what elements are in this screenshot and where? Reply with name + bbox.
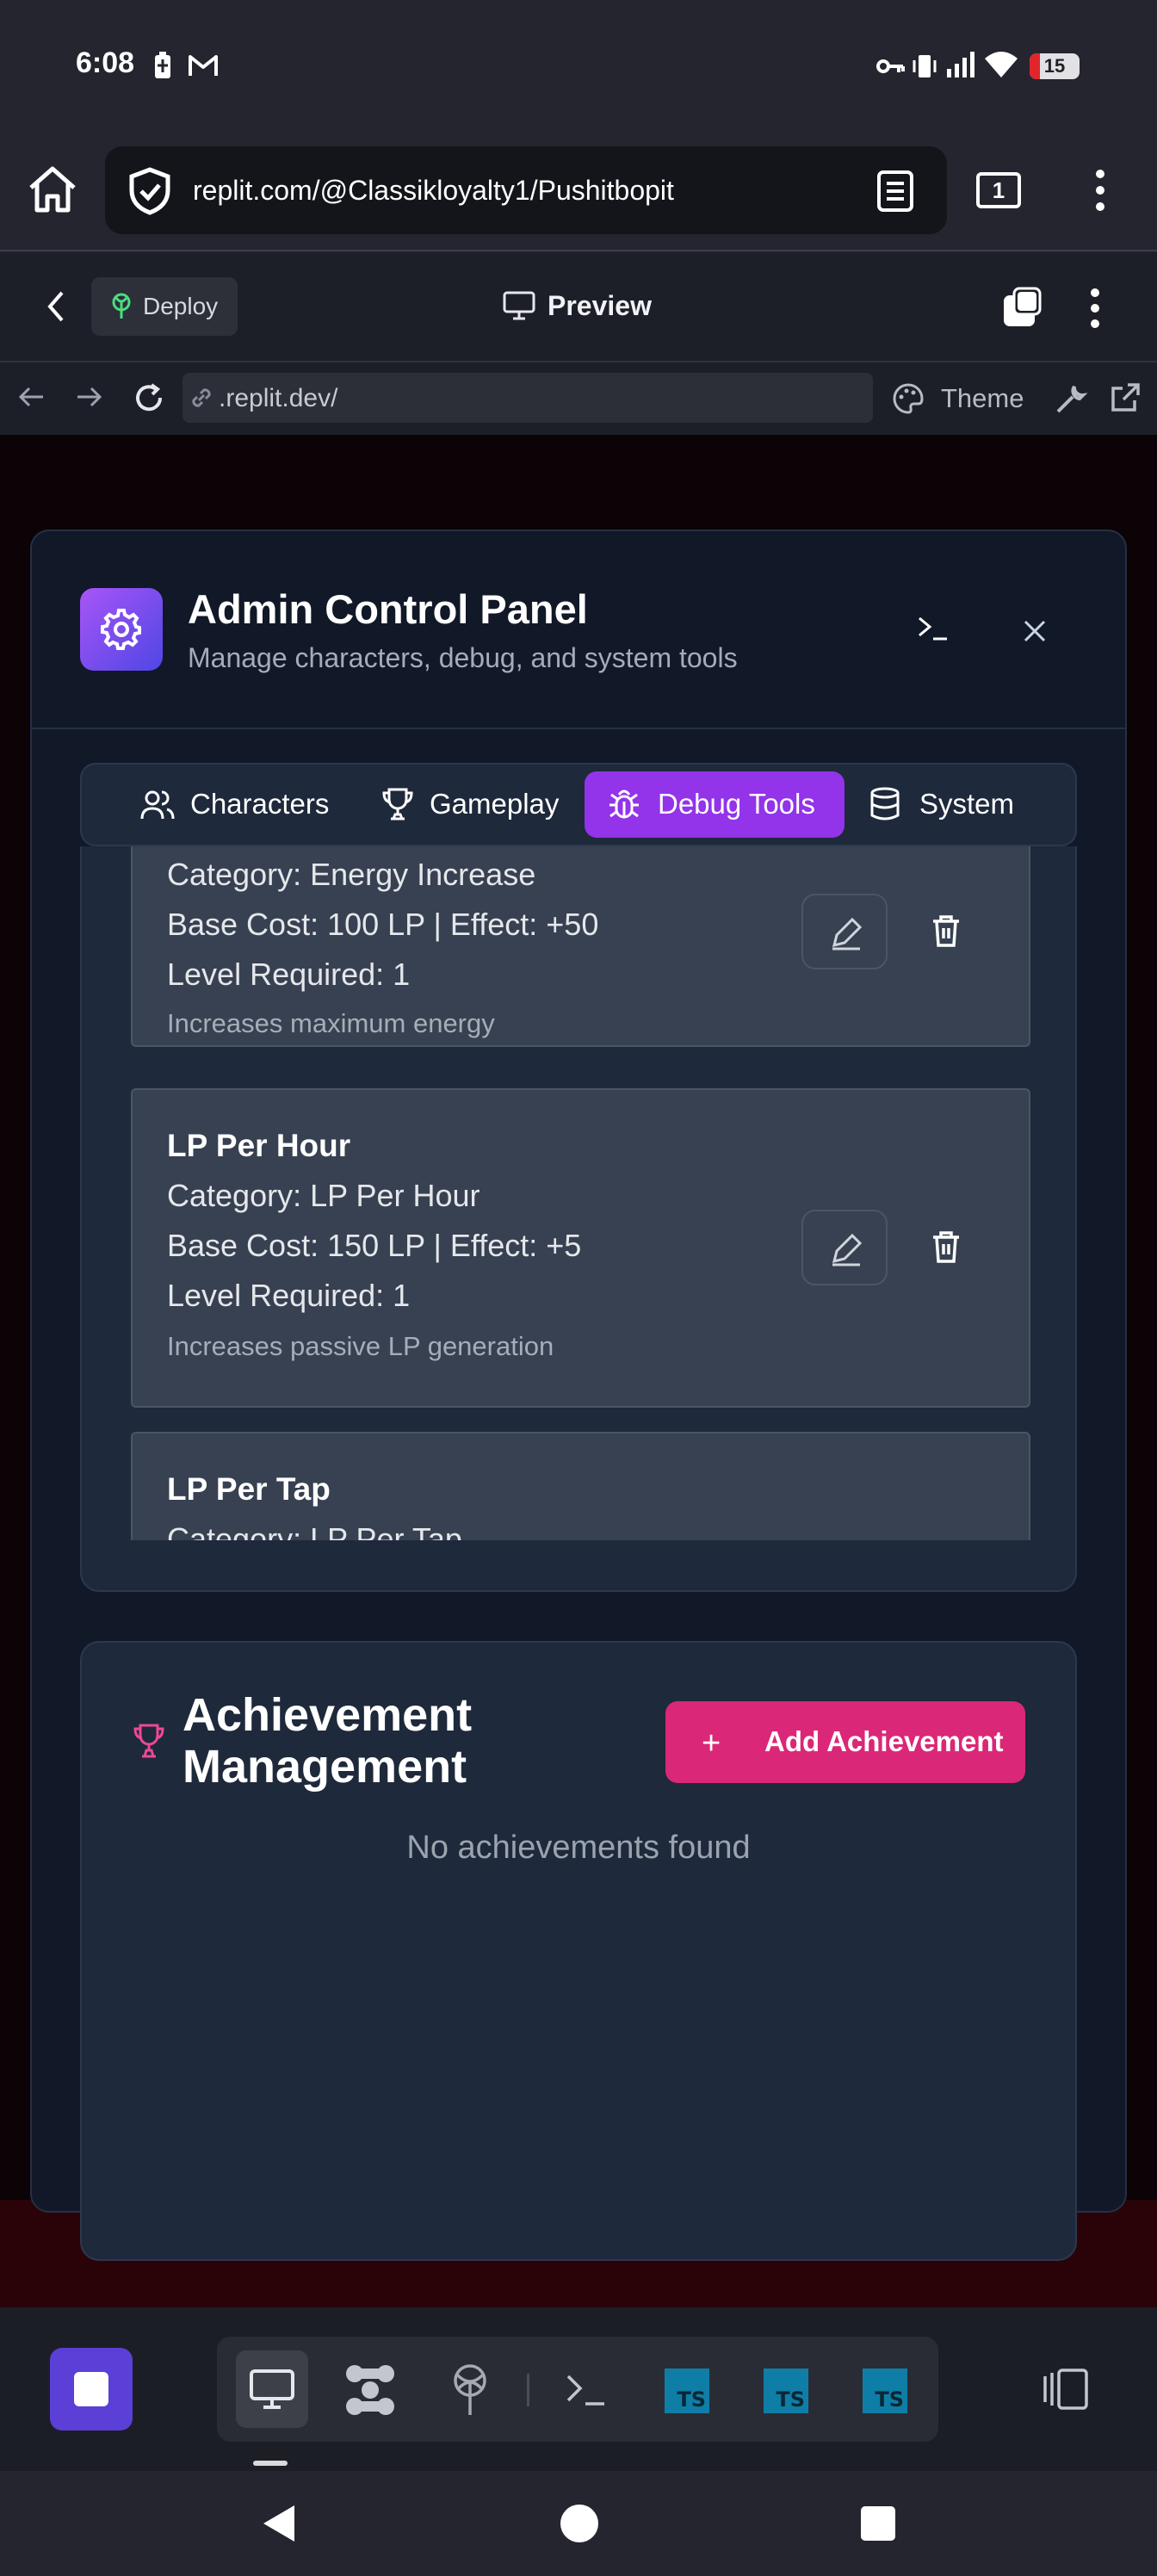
upgrade-card: LP Per Hour Category: LP Per Hour Base C… [131,1088,1030,1408]
home-icon[interactable] [26,164,79,215]
link-icon [189,386,213,410]
typescript-file-icon[interactable]: TS [764,2369,808,2413]
upgrade-category: Category: LP Per Tap [167,1521,462,1540]
trash-icon [933,915,959,947]
theme-button[interactable]: Theme [941,383,1024,414]
upgrade-title: LP Per Tap [167,1471,331,1507]
tab-debug-tools-icon [607,786,641,822]
deployments-icon[interactable] [448,2363,492,2417]
stop-icon [74,2372,108,2406]
pane-toggle-icon[interactable] [1000,287,1043,330]
add-achievement-label: Add Achievement [764,1725,1004,1757]
delete-upgrade-button[interactable] [916,1210,976,1285]
upgrade-level: Level Required: 1 [167,957,411,992]
modal-title: Admin Control Panel [188,586,588,632]
url-text: replit.com/@Classikloyalty1/Pushitbopit [193,175,674,206]
edit-upgrade-button[interactable] [801,894,888,969]
external-link-icon[interactable] [1109,381,1142,414]
edit-upgrade-button[interactable] [801,1210,888,1285]
achievement-title: Achievement Management [183,1689,472,1793]
preview-title: Preview [548,290,652,321]
edit-pencil-icon [832,917,863,951]
tab-gameplay[interactable]: Gameplay [430,788,559,820]
trash-icon [933,1231,959,1263]
tab-gameplay-icon [381,786,415,822]
preview-back-icon[interactable] [17,386,45,408]
tab-switcher-button[interactable]: 1 [976,172,1021,208]
upgrade-card: Category: Energy Increase Base Cost: 100… [131,846,1030,1047]
palette-icon [892,382,925,415]
monitor-icon [503,291,535,320]
modal-divider [32,728,1125,729]
battery-level: 15 [1043,55,1066,77]
battery-icon: 15 [1030,53,1080,79]
vpn-key-icon [875,57,905,76]
upgrade-cost-effect: Base Cost: 150 LP | Effect: +5 [167,1228,582,1263]
plus-icon: + [702,1725,721,1762]
site-security-icon[interactable] [127,166,173,216]
tab-system-icon [869,786,901,822]
upgrade-title: LP Per Hour [167,1128,351,1163]
nav-home-icon[interactable] [560,2505,598,2542]
preview-forward-icon[interactable] [76,386,103,408]
reader-mode-icon[interactable] [876,170,914,213]
upgrade-description: Increases passive LP generation [167,1331,554,1361]
typescript-file-icon[interactable]: TS [863,2369,907,2413]
close-icon[interactable] [1022,618,1048,644]
settings-gear-icon [80,588,163,671]
deploy-icon [108,293,134,320]
gmail-icon [188,53,219,77]
deploy-label: Deploy [143,293,219,319]
typescript-file-icon[interactable]: TS [665,2369,709,2413]
terminal-icon[interactable] [916,613,952,642]
status-time: 6:08 [76,46,135,79]
battery-saver-icon [153,52,172,79]
upgrade-category: Category: Energy Increase [167,857,536,892]
tab-characters-icon [139,788,176,822]
upgrades-scroll-area[interactable]: Category: Energy Increase Base Cost: 100… [82,846,1075,1540]
shell-icon[interactable] [565,2373,608,2407]
achievement-title-line2: Management [183,1741,467,1793]
vibrate-icon [911,53,938,79]
upgrade-cost-effect: Base Cost: 100 LP | Effect: +50 [167,907,599,942]
upgrade-card: LP Per Tap Category: LP Per Tap [131,1432,1030,1540]
upgrade-level: Level Required: 1 [167,1278,411,1313]
nav-back-icon[interactable] [260,2504,296,2543]
trophy-icon [131,1722,167,1760]
wifi-icon [983,50,1019,79]
tab-characters[interactable]: Characters [190,788,329,820]
active-dock-indicator [253,2461,288,2466]
achievement-title-line1: Achievement [183,1689,473,1741]
preview-monitor-icon [250,2369,294,2409]
wrench-icon[interactable] [1054,381,1088,416]
browser-menu-icon[interactable] [1095,169,1105,212]
workflows-icon[interactable] [343,2363,398,2417]
nav-recents-icon[interactable] [861,2506,895,2541]
tab-debug-tools[interactable]: Debug Tools [658,788,815,820]
dock-separator [527,2374,529,2406]
delete-upgrade-button[interactable] [916,894,976,969]
reload-icon[interactable] [133,381,165,414]
signal-icon [945,50,976,79]
edit-pencil-icon [832,1233,863,1266]
stop-button[interactable] [50,2348,133,2430]
preview-url-text: .replit.dev/ [219,384,338,412]
modal-subtitle: Manage characters, debug, and system too… [188,642,738,673]
layout-toggle-icon[interactable] [1038,2368,1092,2411]
empty-achievements-text: No achievements found [406,1830,751,1866]
upgrade-category: Category: LP Per Hour [167,1178,480,1213]
upgrade-description: Increases maximum energy [167,1008,495,1038]
tab-system[interactable]: System [919,788,1014,820]
replit-menu-icon[interactable] [1090,288,1100,329]
back-chevron-icon[interactable] [45,289,65,324]
